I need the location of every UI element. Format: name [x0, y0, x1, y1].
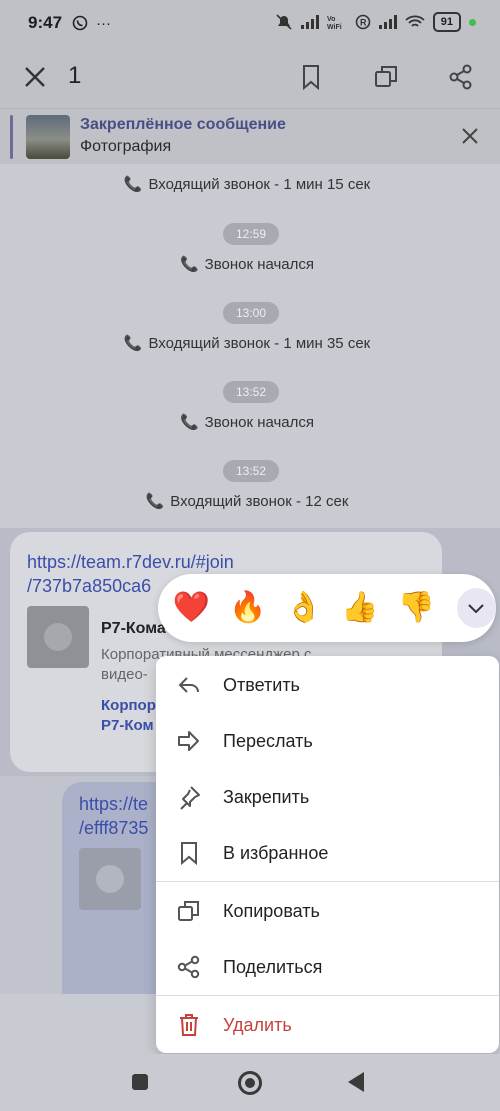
menu-item-label: В избранное [223, 842, 329, 863]
call-event-text: Входящий звонок - 12 сек [170, 493, 349, 510]
more-reactions-button[interactable] [456, 588, 497, 628]
menu-item-label: Закрепить [223, 786, 310, 807]
menu-item-delete[interactable]: Удалить [156, 997, 499, 1053]
call-event: 📞 Входящий звонок - 12 сек [0, 492, 500, 510]
signal-icon [300, 15, 319, 29]
phone-icon: 📞 [179, 414, 199, 431]
call-event-text: Входящий звонок - 1 мин 15 сек [148, 176, 371, 193]
link-icon [44, 623, 72, 651]
registered-icon: R [355, 14, 371, 30]
status-time: 9:47 [28, 13, 63, 32]
menu-item-copy[interactable]: Копировать [156, 883, 499, 939]
reaction-thumbs-down[interactable]: 👎 [397, 588, 436, 628]
menu-item-label: Ответить [223, 674, 300, 695]
pinned-title: Закреплённое сообщение [80, 116, 286, 133]
share-icon[interactable] [447, 63, 475, 91]
copy-icon [178, 901, 199, 921]
whatsapp-icon [72, 15, 88, 31]
time-pill: 13:52 [223, 381, 279, 403]
phone-icon: 📞 [123, 176, 143, 193]
mute-icon [276, 14, 292, 30]
chevron-down-icon [468, 604, 485, 614]
menu-item-label: Копировать [223, 900, 320, 921]
recents-button[interactable] [132, 1074, 148, 1090]
message-link-line1[interactable]: https://te [79, 792, 148, 816]
forward-icon [178, 731, 199, 751]
back-button[interactable] [348, 1072, 364, 1092]
selected-count: 1 [68, 62, 82, 89]
signal-icon-2 [378, 15, 397, 29]
bookmark-icon [181, 842, 197, 866]
pinned-thumbnail [26, 115, 70, 159]
phone-icon: 📞 [179, 256, 199, 273]
menu-item-reply[interactable]: Ответить [156, 657, 499, 713]
menu-item-label: Переслать [223, 730, 313, 751]
call-event-text: Звонок начался [204, 256, 315, 273]
svg-text:Vo: Vo [327, 16, 335, 23]
reaction-fire[interactable]: 🔥 [228, 588, 267, 628]
svg-text:R: R [360, 18, 367, 28]
menu-item-favorite[interactable]: В избранное [156, 825, 499, 881]
reaction-heart[interactable]: ❤️ [172, 588, 211, 628]
link-icon [96, 865, 124, 893]
menu-divider [156, 881, 499, 882]
phone-icon: 📞 [145, 493, 165, 510]
home-button[interactable] [238, 1071, 262, 1095]
menu-item-forward[interactable]: Переслать [156, 713, 499, 769]
call-event: 📞 Входящий звонок - 1 мин 15 сек [0, 175, 500, 193]
charging-dot [469, 18, 476, 26]
time-pill: 13:00 [223, 302, 279, 324]
close-pinned-icon[interactable] [460, 126, 480, 146]
link-preview-image [27, 606, 89, 668]
time-pill: 13:52 [223, 460, 279, 482]
pin-icon [180, 786, 200, 810]
call-event-text: Входящий звонок - 1 мин 35 сек [148, 335, 371, 352]
link-preview-url-1[interactable]: Корпор [101, 696, 156, 716]
system-nav-bar [0, 1054, 500, 1111]
menu-divider [156, 995, 499, 996]
trash-icon [180, 1014, 198, 1036]
close-icon[interactable] [22, 64, 48, 90]
menu-item-label: Удалить [223, 1014, 292, 1035]
svg-text:WiFi: WiFi [327, 24, 342, 30]
message-link-line2[interactable]: /efff8735 [79, 816, 148, 840]
link-preview-image [79, 848, 141, 910]
pinned-accent-bar [10, 115, 13, 159]
status-bar: 9:47 ··· Vo WiFi R 91 [0, 0, 500, 46]
reactions-bar: ❤️ 🔥 👌 👍 👎 [158, 574, 497, 642]
menu-item-share[interactable]: Поделиться [156, 939, 499, 995]
call-event-text: Звонок начался [204, 414, 315, 431]
menu-item-label: Поделиться [223, 956, 323, 977]
call-event: 📞 Входящий звонок - 1 мин 35 сек [0, 334, 500, 352]
reply-icon [178, 677, 199, 693]
wifi-icon [405, 15, 425, 27]
link-preview-title: Р7-Кома [101, 620, 166, 637]
menu-item-pin[interactable]: Закрепить [156, 769, 499, 825]
copy-icon[interactable] [372, 63, 400, 91]
bookmark-icon[interactable] [297, 63, 325, 91]
vowifi-icon: VoWiFi [327, 16, 342, 30]
selection-toolbar: 1 [0, 46, 500, 108]
link-preview-url-2[interactable]: Р7-Ком [101, 716, 154, 736]
pinned-subtitle: Фотография [80, 138, 172, 155]
link-preview-desc-2: видео- [101, 666, 148, 683]
message-link-line1[interactable]: https://team.r7dev.ru/#join [27, 550, 234, 574]
context-menu: Ответить Переслать Закрепить В избранное… [156, 656, 499, 1053]
call-event: 📞 Звонок начался [0, 255, 500, 273]
phone-icon: 📞 [123, 335, 143, 352]
more-notifications-icon: ··· [96, 14, 112, 32]
pinned-message[interactable]: Закреплённое сообщение Фотография [0, 108, 500, 164]
share-icon [177, 955, 200, 979]
time-pill: 12:59 [223, 223, 279, 245]
battery-indicator: 91 [432, 12, 461, 32]
reaction-thumbs-up[interactable]: 👍 [341, 588, 380, 628]
message-link-line2[interactable]: /737b7a850ca6 [27, 574, 151, 598]
reaction-ok[interactable]: 👌 [284, 588, 323, 628]
call-event: 📞 Звонок начался [0, 413, 500, 431]
